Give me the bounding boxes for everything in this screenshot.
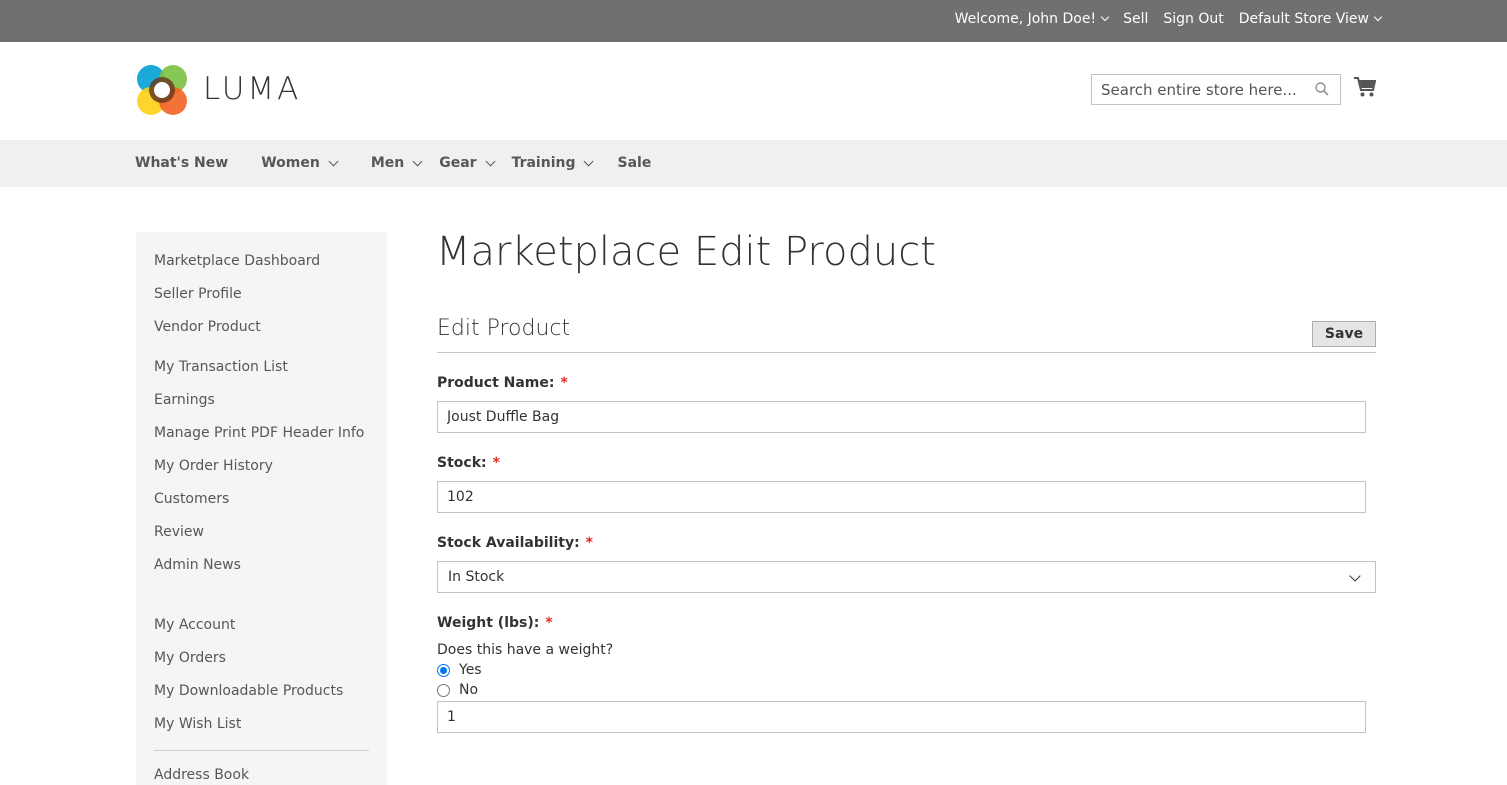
- nav-item-label: What's New: [135, 155, 229, 171]
- product-name-field[interactable]: [437, 401, 1366, 433]
- store-view-switcher[interactable]: Default Store View: [1238, 11, 1383, 27]
- stock-availability-label-text: Stock Availability:: [437, 535, 580, 551]
- chevron-down-icon: [485, 156, 496, 166]
- product-name-label-text: Product Name:: [437, 375, 555, 391]
- main-navigation: What's New Women Men Gear Training Sale: [0, 140, 1507, 187]
- section-divider: [437, 352, 1376, 353]
- luma-logo-icon[interactable]: [136, 64, 188, 116]
- sell-link[interactable]: Sell: [1123, 11, 1148, 27]
- search-input[interactable]: [1092, 75, 1302, 104]
- required-marker: *: [492, 455, 500, 471]
- sidebar-item-review[interactable]: Review: [154, 524, 204, 540]
- welcome-text: Welcome, John Doe!: [954, 11, 1097, 27]
- product-name-label: Product Name: *: [437, 375, 568, 391]
- top-bar: Welcome, John Doe! Sell Sign Out Default…: [0, 0, 1507, 42]
- stock-label: Stock: *: [437, 455, 500, 471]
- chevron-down-icon: [584, 156, 594, 166]
- sidebar-item-admin-news[interactable]: Admin News: [154, 557, 241, 573]
- stock-availability-value: In Stock: [448, 569, 505, 585]
- header-links: Welcome, John Doe! Sell Sign Out Default…: [954, 11, 1383, 27]
- sidebar-item-marketplace-dashboard[interactable]: Marketplace Dashboard: [154, 253, 320, 269]
- store-view-text: Default Store View: [1238, 11, 1369, 27]
- nav-item-label: Training: [511, 155, 576, 171]
- section-title: Edit Product: [437, 316, 571, 341]
- required-marker: *: [560, 375, 568, 391]
- welcome-menu[interactable]: Welcome, John Doe!: [954, 11, 1110, 27]
- logo-text[interactable]: LUMA: [203, 71, 301, 107]
- sidebar-item-customers[interactable]: Customers: [154, 491, 229, 507]
- sidebar-item-earnings[interactable]: Earnings: [154, 392, 215, 408]
- sign-out-link[interactable]: Sign Out: [1163, 11, 1223, 27]
- stock-label-text: Stock:: [437, 455, 487, 471]
- sidebar-item-seller-profile[interactable]: Seller Profile: [154, 286, 242, 302]
- sidebar-item-my-orders[interactable]: My Orders: [154, 650, 226, 666]
- sidebar-item-transaction-list[interactable]: My Transaction List: [154, 359, 288, 375]
- sidebar-item-vendor-product[interactable]: Vendor Product: [154, 319, 261, 335]
- radio-no[interactable]: [437, 683, 450, 697]
- stock-field[interactable]: [437, 481, 1366, 513]
- nav-item-label: Sale: [617, 155, 652, 171]
- nav-item-men[interactable]: Men: [370, 155, 423, 171]
- sidebar-item-wish-list[interactable]: My Wish List: [154, 716, 241, 732]
- chevron-down-icon: [412, 156, 423, 166]
- nav-item-label: Men: [370, 155, 405, 171]
- weight-label-text: Weight (lbs):: [437, 615, 540, 631]
- nav-item-gear[interactable]: Gear: [439, 155, 496, 171]
- nav-item-sale[interactable]: Sale: [617, 155, 651, 171]
- nav-item-women[interactable]: Women: [261, 155, 339, 171]
- required-marker: *: [545, 615, 553, 631]
- stock-availability-label: Stock Availability: *: [437, 535, 593, 551]
- sidebar-item-my-account[interactable]: My Account: [154, 617, 235, 633]
- cart-icon[interactable]: [1353, 76, 1377, 98]
- sidebar-item-print-pdf-header[interactable]: Manage Print PDF Header Info: [154, 425, 364, 441]
- nav-item-label: Gear: [439, 155, 477, 171]
- weight-question: Does this have a weight?: [437, 642, 614, 658]
- sidebar-divider: [154, 750, 369, 751]
- sidebar-item-address-book[interactable]: Address Book: [154, 767, 249, 783]
- nav-item-label: Women: [261, 155, 320, 171]
- save-button[interactable]: Save: [1312, 321, 1376, 347]
- account-sidebar: Marketplace Dashboard Seller Profile Ven…: [136, 232, 387, 785]
- weight-no-option[interactable]: No: [437, 682, 478, 698]
- weight-label: Weight (lbs): *: [437, 615, 553, 631]
- sidebar-item-downloadable-products[interactable]: My Downloadable Products: [154, 683, 343, 699]
- search-box: [1091, 74, 1341, 105]
- stock-availability-select[interactable]: In Stock: [437, 561, 1376, 593]
- nav-item-whats-new[interactable]: What's New: [135, 155, 228, 171]
- required-marker: *: [585, 535, 593, 551]
- nav-item-training[interactable]: Training: [511, 155, 594, 171]
- radio-yes[interactable]: [437, 663, 450, 677]
- weight-no-label: No: [459, 682, 479, 698]
- chevron-down-icon: [328, 156, 339, 166]
- weight-yes-option[interactable]: Yes: [437, 662, 482, 678]
- weight-yes-label: Yes: [459, 662, 482, 678]
- page-title: Marketplace Edit Product: [436, 229, 936, 275]
- weight-field[interactable]: [437, 701, 1366, 733]
- chevron-down-icon: [1100, 12, 1110, 22]
- chevron-down-icon: [1373, 12, 1383, 22]
- sidebar-item-order-history[interactable]: My Order History: [154, 458, 273, 474]
- chevron-down-icon: [1349, 570, 1361, 582]
- search-icon[interactable]: [1315, 82, 1329, 96]
